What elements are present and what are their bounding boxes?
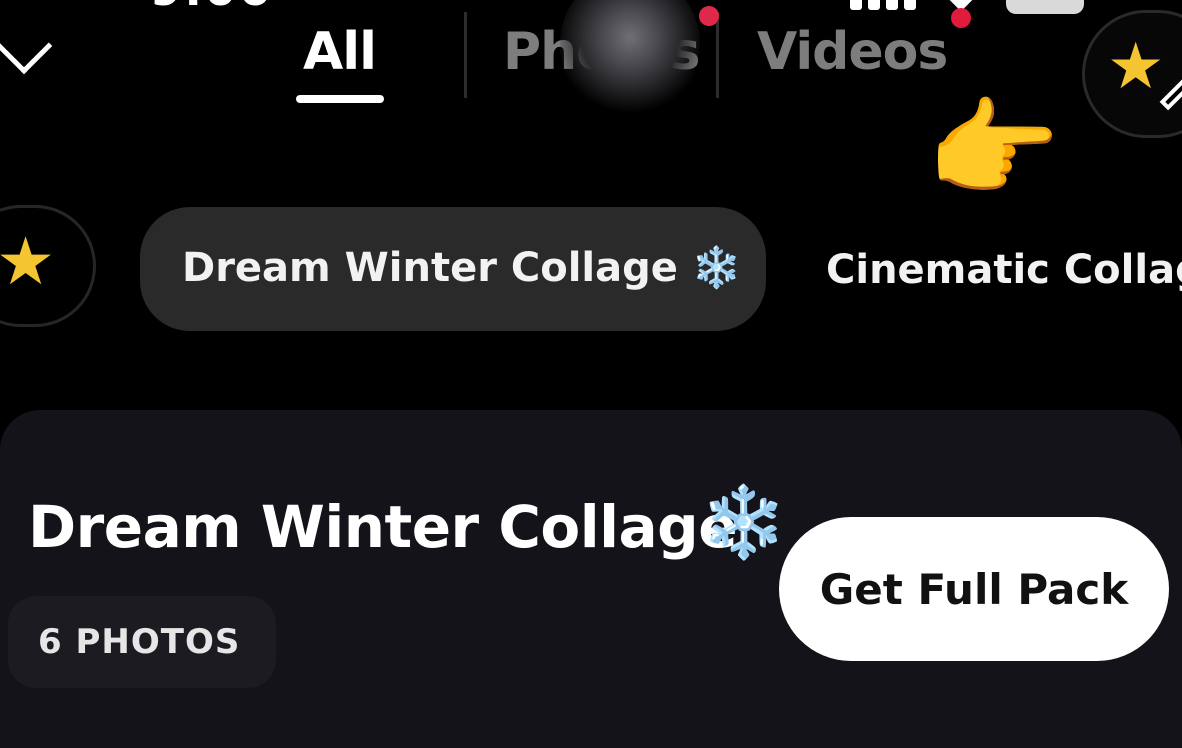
status-time: 9:06 xyxy=(150,0,272,16)
snowflake-icon: ❄️ xyxy=(700,481,788,563)
tab-all[interactable]: All xyxy=(303,22,377,82)
tab-divider xyxy=(716,12,719,98)
photo-count: 6 PHOTOS xyxy=(38,622,241,662)
app-screen: 9:06 35 All Photos Videos ★ 👉 ★ Dream Wi… xyxy=(0,0,1182,748)
pack-title: Dream Winter Collage xyxy=(28,493,738,561)
chip-cinematic-collage[interactable]: Cinematic Collag xyxy=(826,247,1182,293)
pointing-hand-icon: 👉 xyxy=(926,87,1061,212)
chip-label: Dream Winter Collage ❄️ xyxy=(182,245,742,291)
star-icon: ★ xyxy=(1107,30,1165,104)
tab-videos[interactable]: Videos xyxy=(757,22,948,82)
screen-recording-overlay xyxy=(560,0,700,120)
signal-icon xyxy=(850,0,916,10)
battery-icon: 35 xyxy=(1006,0,1084,14)
get-full-pack-button[interactable]: Get Full Pack xyxy=(779,517,1169,661)
recording-dot-icon xyxy=(699,6,719,26)
star-icon: ★ xyxy=(0,223,56,300)
active-tab-indicator xyxy=(296,95,384,103)
tab-divider xyxy=(464,12,467,98)
chevron-down-icon[interactable] xyxy=(0,17,53,75)
recording-indicator-icon xyxy=(951,8,971,28)
